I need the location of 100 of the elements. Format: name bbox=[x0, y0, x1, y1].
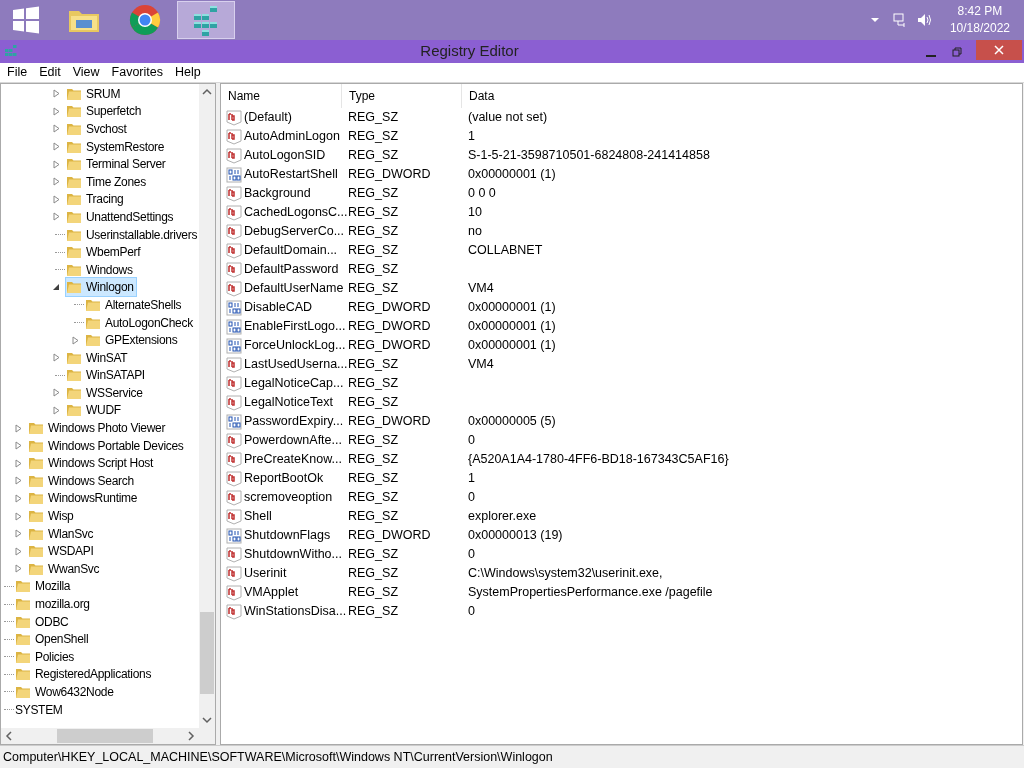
collapsed-arrow-icon[interactable] bbox=[52, 353, 61, 363]
folder-icon bbox=[15, 666, 31, 683]
taskbar-app[interactable] bbox=[177, 1, 235, 39]
value-name[interactable]: Background bbox=[244, 184, 311, 203]
menu-item[interactable]: Help bbox=[169, 63, 207, 82]
menu-item[interactable]: Edit bbox=[33, 63, 67, 82]
value-name[interactable]: ForceUnlockLog... bbox=[244, 336, 346, 355]
tree-item[interactable]: Svchost bbox=[65, 119, 130, 139]
collapsed-arrow-icon[interactable] bbox=[14, 493, 23, 503]
value-name[interactable]: ShutdownWitho... bbox=[244, 545, 342, 564]
tree-item[interactable]: AutoLogonCheck bbox=[84, 312, 196, 333]
value-name[interactable]: LastUsedUserna... bbox=[244, 355, 348, 374]
value-name[interactable]: (Default) bbox=[244, 108, 292, 127]
collapsed-arrow-icon[interactable] bbox=[52, 124, 61, 134]
value-name[interactable]: AutoRestartShell bbox=[244, 165, 338, 184]
vertical-scrollbar[interactable] bbox=[199, 84, 215, 728]
caret-icon[interactable] bbox=[869, 16, 880, 24]
value-data: SystemPropertiesPerformance.exe /pagefile bbox=[468, 585, 713, 600]
string-value-icon bbox=[226, 584, 242, 601]
collapsed-arrow-icon[interactable] bbox=[14, 529, 23, 539]
tree-item[interactable]: Mozilla bbox=[14, 576, 74, 597]
value-type: REG_SZ bbox=[348, 490, 398, 505]
collapsed-arrow-icon[interactable] bbox=[52, 194, 61, 204]
collapsed-arrow-icon[interactable] bbox=[52, 89, 61, 99]
close-button[interactable] bbox=[976, 40, 1022, 60]
string-value-icon bbox=[226, 470, 242, 487]
collapsed-arrow-icon[interactable] bbox=[14, 441, 23, 451]
string-value-icon bbox=[226, 375, 242, 392]
collapsed-arrow-icon[interactable] bbox=[14, 511, 23, 521]
value-name[interactable]: AutoLogonSID bbox=[244, 146, 326, 165]
collapsed-arrow-icon[interactable] bbox=[71, 335, 80, 345]
value-type: REG_SZ bbox=[348, 186, 398, 201]
collapsed-arrow-icon[interactable] bbox=[52, 388, 61, 398]
network-icon[interactable] bbox=[891, 12, 908, 28]
collapsed-arrow-icon[interactable] bbox=[52, 159, 61, 169]
string-value-icon bbox=[226, 394, 242, 411]
value-type: REG_SZ bbox=[348, 433, 398, 448]
collapsed-arrow-icon[interactable] bbox=[14, 546, 23, 556]
value-name[interactable]: ReportBootOk bbox=[244, 469, 324, 488]
menu-item[interactable]: File bbox=[1, 63, 34, 82]
column-header[interactable]: Data bbox=[469, 87, 495, 105]
column-header[interactable]: Name bbox=[228, 87, 260, 105]
horizontal-scrollbar[interactable] bbox=[1, 728, 215, 744]
clock-date[interactable]: 10/18/2022 bbox=[949, 20, 1010, 37]
expanded-arrow-icon[interactable] bbox=[52, 282, 61, 292]
value-type: REG_DWORD bbox=[348, 167, 431, 182]
value-name[interactable]: DefaultPassword bbox=[244, 260, 339, 279]
value-name[interactable]: DefaultDomain... bbox=[244, 241, 338, 260]
collapsed-arrow-icon[interactable] bbox=[52, 142, 61, 152]
column-header[interactable]: Type bbox=[349, 87, 375, 105]
scrollbar-thumb[interactable] bbox=[200, 612, 214, 694]
value-name[interactable]: VMApplet bbox=[244, 583, 299, 602]
value-name[interactable]: LegalNoticeCap... bbox=[244, 374, 344, 393]
string-value-icon bbox=[226, 242, 242, 259]
value-name[interactable]: scremoveoption bbox=[244, 488, 333, 507]
tree-item[interactable]: SYSTEM bbox=[14, 699, 66, 720]
value-name[interactable]: PasswordExpiry... bbox=[244, 412, 344, 431]
folder-icon bbox=[85, 332, 101, 349]
value-type: REG_SZ bbox=[348, 566, 398, 581]
collapsed-arrow-icon[interactable] bbox=[14, 458, 23, 468]
folder-icon bbox=[15, 684, 31, 700]
value-name[interactable]: Shell bbox=[244, 507, 272, 526]
tree-item[interactable]: RegisteredApplications bbox=[14, 664, 155, 685]
tree-item[interactable]: mozilla.org bbox=[14, 594, 93, 614]
collapsed-arrow-icon[interactable] bbox=[14, 423, 23, 433]
tree-item[interactable]: Userinstallable.drivers bbox=[65, 224, 199, 245]
value-name[interactable]: PowerdownAfte... bbox=[244, 431, 342, 450]
value-name[interactable]: Userinit bbox=[244, 564, 287, 583]
tree-item[interactable]: WindowsRuntime bbox=[27, 488, 141, 509]
tree-item[interactable]: Wow6432Node bbox=[14, 682, 117, 702]
value-name[interactable]: DisableCAD bbox=[244, 298, 313, 317]
value-name[interactable]: WinStationsDisa... bbox=[244, 602, 347, 621]
tree-item[interactable]: SRUM bbox=[65, 84, 124, 104]
tree-item[interactable]: ODBC bbox=[14, 611, 72, 632]
scrollbar-thumb[interactable] bbox=[57, 729, 153, 743]
collapsed-arrow-icon[interactable] bbox=[52, 212, 61, 222]
value-name[interactable]: PreCreateKnow... bbox=[244, 450, 342, 469]
value-name[interactable]: LegalNoticeText bbox=[244, 393, 333, 412]
collapsed-arrow-icon[interactable] bbox=[14, 564, 23, 574]
value-name[interactable]: EnableFirstLogo... bbox=[244, 317, 346, 336]
collapsed-arrow-icon[interactable] bbox=[52, 106, 61, 116]
tree-item[interactable]: WUDF bbox=[65, 400, 124, 421]
tree-item[interactable]: Superfetch bbox=[65, 101, 145, 122]
collapsed-arrow-icon[interactable] bbox=[14, 476, 23, 486]
menu-item[interactable]: Favorites bbox=[105, 63, 169, 82]
collapsed-arrow-icon[interactable] bbox=[52, 177, 61, 187]
value-type: REG_SZ bbox=[348, 129, 398, 144]
value-name[interactable]: DefaultUserName bbox=[244, 279, 344, 298]
clock-time[interactable]: 8:42 PM bbox=[957, 3, 1003, 20]
tree-item[interactable]: SystemRestore bbox=[65, 136, 168, 157]
menu-item[interactable]: View bbox=[66, 63, 106, 82]
value-name[interactable]: AutoAdminLogon bbox=[244, 127, 340, 146]
collapsed-arrow-icon[interactable] bbox=[52, 406, 61, 415]
value-name[interactable]: DebugServerCo... bbox=[244, 222, 345, 241]
speaker-icon[interactable] bbox=[915, 12, 932, 28]
tree-item[interactable]: Winlogon bbox=[65, 277, 137, 298]
value-name[interactable]: ShutdownFlags bbox=[244, 526, 331, 545]
windows-logo-icon[interactable] bbox=[12, 6, 40, 34]
value-name[interactable]: CachedLogonsC... bbox=[244, 203, 348, 222]
value-data: 0 bbox=[468, 433, 475, 448]
